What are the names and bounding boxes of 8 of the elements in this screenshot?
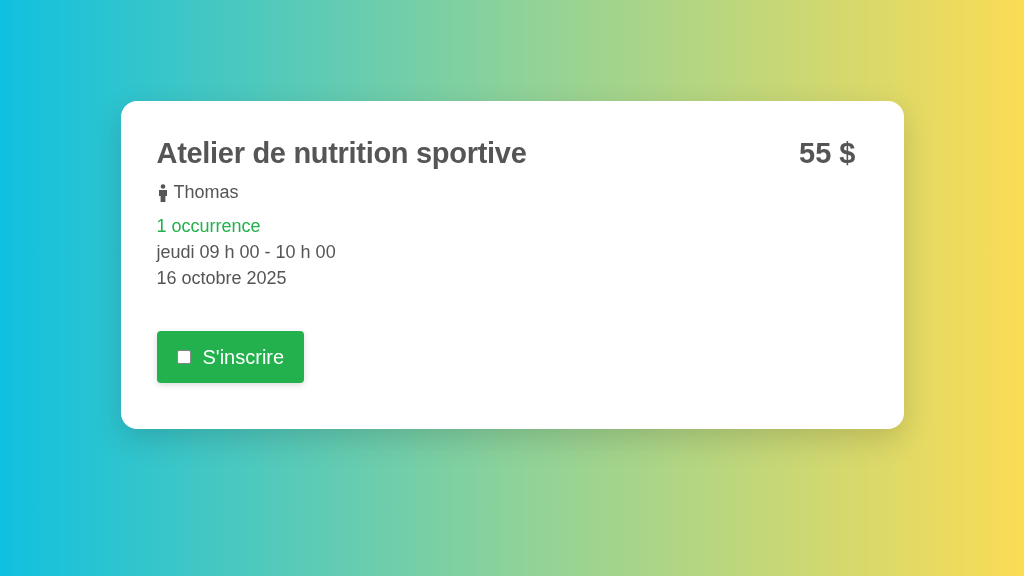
instructor-name: Thomas bbox=[173, 182, 239, 203]
event-date: 16 octobre 2025 bbox=[156, 268, 288, 289]
occurrence-count: 1 occurrence bbox=[156, 216, 262, 237]
event-schedule: jeudi 09 h 00 - 10 h 00 bbox=[156, 242, 337, 263]
register-button[interactable]: S'inscrire bbox=[156, 331, 305, 383]
person-icon bbox=[156, 183, 169, 202]
event-price: 55 $ bbox=[799, 137, 856, 170]
event-title: Atelier de nutrition sportive bbox=[156, 137, 527, 170]
